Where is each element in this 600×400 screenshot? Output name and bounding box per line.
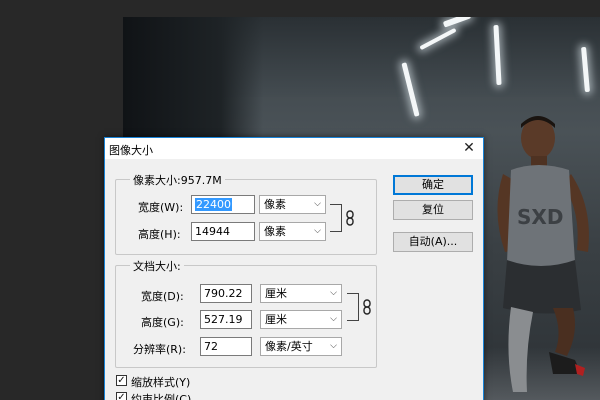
scale-styles-checkbox[interactable]: ✓ bbox=[116, 375, 127, 386]
svg-text:SXD: SXD bbox=[517, 205, 563, 229]
doc-width-value: 790.22 bbox=[204, 287, 243, 300]
doc-height-unit: 厘米 bbox=[265, 313, 287, 326]
auto-button[interactable]: 自动(A)... bbox=[393, 232, 473, 252]
doc-width-unit-select[interactable]: 厘米 ⌵ bbox=[260, 284, 342, 303]
resolution-input[interactable]: 72 bbox=[200, 337, 252, 356]
chevron-down-icon: ⌵ bbox=[314, 199, 321, 209]
resolution-value: 72 bbox=[204, 340, 218, 353]
chevron-down-icon: ⌵ bbox=[330, 341, 337, 351]
resolution-unit: 像素/英寸 bbox=[265, 340, 313, 353]
pixel-height-unit: 像素 bbox=[264, 225, 286, 238]
constrain-proportions-checkbox[interactable]: ✓ bbox=[116, 392, 127, 400]
document-size-title: 文档大小: bbox=[130, 258, 184, 274]
pixel-height-value: 14944 bbox=[195, 225, 230, 238]
constrain-proportions-label: 约束比例(C) bbox=[131, 393, 192, 400]
chain-link-icon bbox=[346, 210, 354, 226]
doc-height-unit-select[interactable]: 厘米 ⌵ bbox=[260, 310, 342, 329]
pixel-height-unit-select[interactable]: 像素 ⌵ bbox=[259, 222, 326, 241]
doc-height-value: 527.19 bbox=[204, 313, 243, 326]
doc-width-label: 宽度(D): bbox=[141, 290, 184, 303]
doc-link-bracket bbox=[347, 293, 359, 321]
pixel-dimensions-title: 像素大小:957.7M bbox=[130, 172, 225, 188]
doc-height-label: 高度(G): bbox=[141, 316, 184, 329]
doc-width-unit: 厘米 bbox=[265, 287, 287, 300]
doc-height-input[interactable]: 527.19 bbox=[200, 310, 252, 329]
chevron-down-icon: ⌵ bbox=[330, 314, 337, 324]
chain-link-icon bbox=[363, 299, 371, 315]
chevron-down-icon: ⌵ bbox=[330, 288, 337, 298]
ok-button[interactable]: 确定 bbox=[393, 175, 473, 195]
pixel-link-bracket bbox=[330, 204, 342, 232]
pixel-width-input[interactable]: 22400 bbox=[191, 195, 255, 214]
pixel-height-label: 高度(H): bbox=[138, 228, 181, 241]
resolution-unit-select[interactable]: 像素/英寸 ⌵ bbox=[260, 337, 342, 356]
reset-button[interactable]: 复位 bbox=[393, 200, 473, 220]
image-size-dialog: 图像大小 ✕ 像素大小:957.7M 宽度(W): 22400 像素 ⌵ 高度(… bbox=[104, 137, 484, 400]
chevron-down-icon: ⌵ bbox=[314, 226, 321, 236]
scale-styles-label: 缩放样式(Y) bbox=[131, 376, 191, 389]
pixel-width-label: 宽度(W): bbox=[138, 201, 184, 214]
close-icon[interactable]: ✕ bbox=[457, 139, 481, 158]
checkmark-icon: ✓ bbox=[117, 375, 126, 386]
dialog-titlebar[interactable]: 图像大小 ✕ bbox=[105, 138, 483, 159]
pixel-width-unit: 像素 bbox=[264, 198, 286, 211]
dialog-title: 图像大小 bbox=[109, 144, 153, 157]
pixel-height-input[interactable]: 14944 bbox=[191, 222, 255, 241]
pixel-width-unit-select[interactable]: 像素 ⌵ bbox=[259, 195, 326, 214]
athlete-figure: SXD bbox=[497, 116, 589, 392]
checkmark-icon: ✓ bbox=[117, 392, 126, 400]
doc-width-input[interactable]: 790.22 bbox=[200, 284, 252, 303]
pixel-width-value: 22400 bbox=[195, 198, 232, 211]
resolution-label: 分辨率(R): bbox=[133, 343, 186, 356]
